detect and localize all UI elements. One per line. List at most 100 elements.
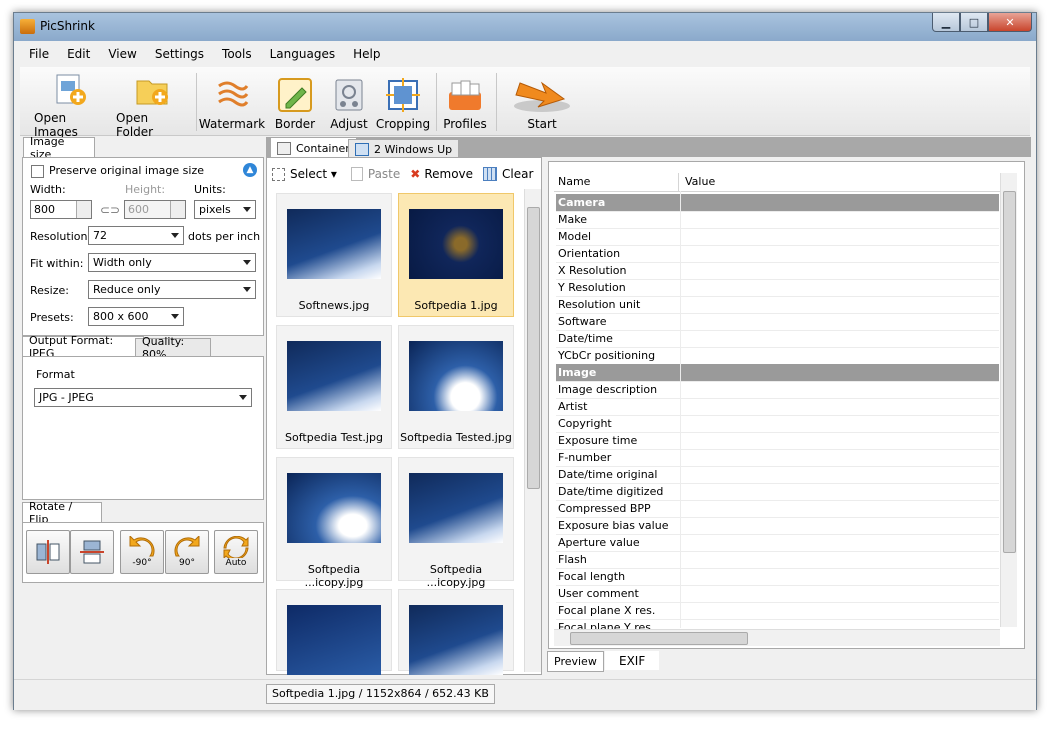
exif-header-name[interactable]: Name xyxy=(558,175,590,188)
select-button[interactable]: Select ▾ xyxy=(290,167,337,181)
maximize-button[interactable]: □ xyxy=(960,13,988,32)
start-button[interactable]: Start xyxy=(504,73,580,133)
units-select[interactable]: pixels xyxy=(194,200,256,219)
folder-icon xyxy=(134,73,170,107)
exif-row[interactable]: Date/time xyxy=(556,330,999,348)
exif-group-image[interactable]: Image xyxy=(556,364,999,382)
tab-container[interactable]: Container xyxy=(270,137,357,158)
paste-button[interactable]: Paste xyxy=(368,167,400,181)
chain-link-icon[interactable]: ⊂⊃ xyxy=(100,203,120,217)
remove-button[interactable]: Remove xyxy=(424,167,473,181)
exif-vertical-scrollbar[interactable] xyxy=(1000,173,1017,627)
presets-label: Presets: xyxy=(30,311,74,324)
tab-windows-up[interactable]: 2 Windows Up xyxy=(348,139,460,158)
exif-row[interactable]: Model xyxy=(556,228,999,246)
window-title: PicShrink xyxy=(40,19,95,33)
exif-row[interactable]: User comment xyxy=(556,585,999,603)
border-button[interactable]: Border xyxy=(272,73,318,133)
menu-languages[interactable]: Languages xyxy=(261,47,344,61)
resolution-select[interactable]: 72 xyxy=(88,226,184,245)
open-images-button[interactable]: Open Images xyxy=(34,73,106,139)
menu-bar: File Edit View Settings Tools Languages … xyxy=(20,43,1030,65)
exif-row[interactable]: Orientation xyxy=(556,245,999,263)
tab-quality[interactable]: Quality: 80% xyxy=(135,335,211,361)
menu-edit[interactable]: Edit xyxy=(58,47,99,61)
profiles-button[interactable]: Profiles xyxy=(440,73,490,133)
thumbnails-scrollbar-thumb[interactable] xyxy=(527,207,540,489)
thumbnail-item[interactable]: Softpedia Tested.jpg xyxy=(398,325,514,449)
exif-row[interactable]: YCbCr positioning xyxy=(556,347,999,365)
exif-row[interactable]: Copyright xyxy=(556,415,999,433)
menu-view[interactable]: View xyxy=(99,47,145,61)
watermark-icon xyxy=(214,77,250,113)
tab-rotate-flip[interactable]: Rotate / Flip xyxy=(22,500,102,526)
menu-help[interactable]: Help xyxy=(344,47,389,61)
flip-horizontal-button[interactable] xyxy=(26,530,70,574)
thumbnail-item[interactable] xyxy=(398,589,514,675)
status-text: Softpedia 1.jpg / 1152x864 / 652.43 KB xyxy=(266,684,495,704)
exif-row[interactable]: Compressed BPP xyxy=(556,500,999,518)
exif-row[interactable]: Exposure time xyxy=(556,432,999,450)
thumbnail-item[interactable] xyxy=(276,589,392,675)
tab-image-size[interactable]: Image size xyxy=(23,135,95,161)
menu-settings[interactable]: Settings xyxy=(146,47,213,61)
exif-row[interactable]: Date/time original xyxy=(556,466,999,484)
thumbnail-item[interactable]: Softnews.jpg xyxy=(276,193,392,317)
presets-select[interactable]: 800 x 600 xyxy=(88,307,184,326)
open-folder-button[interactable]: Open Folder xyxy=(116,73,188,139)
tab-output-format[interactable]: Output Format: JPEG xyxy=(22,334,144,360)
thumbnail-item[interactable]: Softpedia ...icopy.jpg xyxy=(276,457,392,589)
exif-scrollbar-thumb[interactable] xyxy=(1003,191,1016,553)
exif-row[interactable]: Focal length xyxy=(556,568,999,586)
exif-row[interactable]: X Resolution xyxy=(556,262,999,280)
exif-row[interactable]: Aperture value xyxy=(556,534,999,552)
preserve-size-checkbox[interactable] xyxy=(31,165,44,178)
menu-tools[interactable]: Tools xyxy=(213,47,261,61)
exif-row[interactable]: Date/time digitized xyxy=(556,483,999,501)
minimize-button[interactable]: ▁ xyxy=(932,13,960,32)
height-input[interactable]: 600 xyxy=(124,200,186,219)
rotate-right-button[interactable]: 90° xyxy=(165,530,209,574)
exif-row[interactable]: Focal plane X res. xyxy=(556,602,999,620)
thumbnails-scrollbar[interactable] xyxy=(524,189,541,672)
exif-row[interactable]: Y Resolution xyxy=(556,279,999,297)
exif-group-camera[interactable]: Camera xyxy=(556,194,999,212)
exif-horizontal-scrollbar[interactable] xyxy=(554,629,1000,646)
exif-row[interactable]: Exposure bias value xyxy=(556,517,999,535)
width-input[interactable]: 800 xyxy=(30,200,92,219)
resize-select[interactable]: Reduce only xyxy=(88,280,256,299)
flip-vertical-button[interactable] xyxy=(70,530,114,574)
exif-header-value[interactable]: Value xyxy=(685,175,715,188)
format-select[interactable]: JPG - JPEG xyxy=(34,388,252,407)
thumbnail-item-selected[interactable]: Softpedia 1.jpg xyxy=(398,193,514,317)
format-label: Format xyxy=(36,368,75,381)
exif-row[interactable]: F-number xyxy=(556,449,999,467)
exif-row[interactable]: Image description xyxy=(556,381,999,399)
width-label: Width: xyxy=(30,183,66,196)
cropping-button[interactable]: Cropping xyxy=(376,73,430,133)
rotate-left-button[interactable]: -90° xyxy=(120,530,164,574)
thumbnail-image xyxy=(409,341,503,411)
adjust-button[interactable]: Adjust xyxy=(326,73,372,133)
open-images-icon xyxy=(52,73,88,107)
menu-file[interactable]: File xyxy=(20,47,58,61)
exif-row[interactable]: Flash xyxy=(556,551,999,569)
info-icon[interactable]: ▲ xyxy=(243,163,257,177)
start-arrow-icon xyxy=(510,77,574,113)
clear-button[interactable]: Clear xyxy=(502,167,533,181)
tab-preview[interactable]: Preview xyxy=(547,651,604,672)
thumbnail-item[interactable]: Softpedia Test.jpg xyxy=(276,325,392,449)
close-button[interactable]: ✕ xyxy=(988,13,1032,32)
exif-horizontal-scrollbar-thumb[interactable] xyxy=(570,632,748,645)
exif-row[interactable]: Resolution unit xyxy=(556,296,999,314)
exif-row[interactable]: Artist xyxy=(556,398,999,416)
tab-exif[interactable]: EXIF xyxy=(605,651,660,670)
resolution-unit-label: dots per inch xyxy=(188,230,261,243)
exif-row[interactable]: Software xyxy=(556,313,999,331)
fit-within-select[interactable]: Width only xyxy=(88,253,256,272)
auto-rotate-button[interactable]: Auto xyxy=(214,530,258,574)
watermark-button[interactable]: Watermark xyxy=(199,73,265,133)
height-label: Height: xyxy=(125,183,166,196)
exif-row[interactable]: Make xyxy=(556,211,999,229)
thumbnail-item[interactable]: Softpedia ...icopy.jpg xyxy=(398,457,514,589)
